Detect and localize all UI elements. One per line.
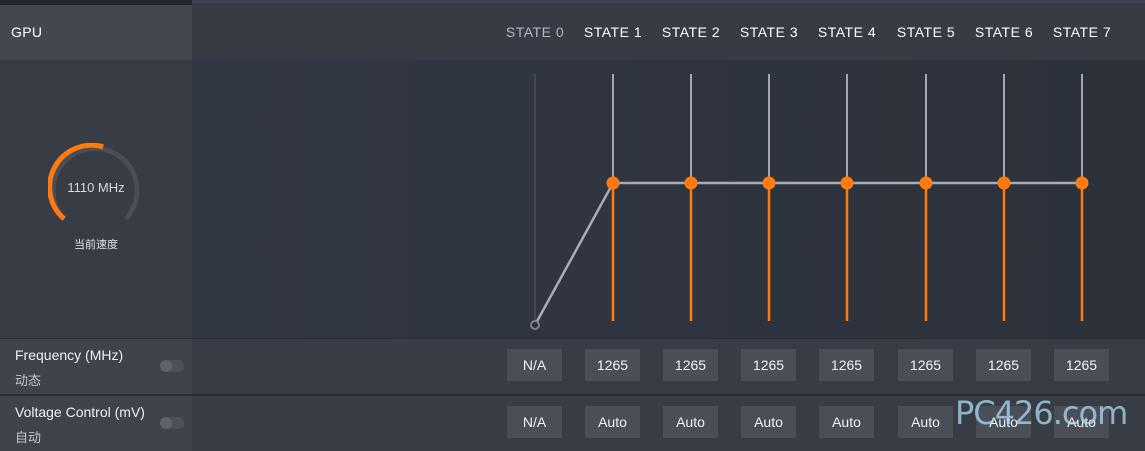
state-7-point[interactable] [1075,176,1089,190]
frequency-state-2-input[interactable]: 1265 [663,349,718,381]
state-curve-svg [192,60,1145,338]
state-6-point[interactable] [997,176,1011,190]
state-0-point [530,320,540,330]
state-3-point[interactable] [762,176,776,190]
frequency-toggle[interactable] [160,360,184,372]
state-label-4: STATE 4 [817,24,877,40]
state-curve-chart[interactable] [192,60,1145,338]
state-label-5: STATE 5 [896,24,956,40]
watermark: PC426.com [955,394,1128,432]
state-label-1: STATE 1 [583,24,643,40]
state-1-point[interactable] [606,176,620,190]
state-label-3: STATE 3 [739,24,799,40]
state-label-6: STATE 6 [974,24,1034,40]
voltage-state-5-input[interactable]: Auto [898,406,953,438]
frequency-row-header: Frequency (MHz) 动态 [0,339,192,394]
voltage-toggle[interactable] [160,417,184,429]
frequency-row: Frequency (MHz) 动态 N/A 1265 1265 1265 12… [0,339,1145,394]
voltage-mode: 自动 [15,430,42,445]
state-4-point[interactable] [840,176,854,190]
voltage-state-4-input[interactable]: Auto [819,406,874,438]
state-2-point[interactable] [684,176,698,190]
voltage-state-2-input[interactable]: Auto [663,406,718,438]
frequency-mode: 动态 [15,373,42,388]
gpu-title: GPU [11,24,43,40]
current-speed-label: 当前速度 [74,239,118,251]
state-label-2: STATE 2 [661,24,721,40]
frequency-state-6-input[interactable]: 1265 [976,349,1031,381]
frequency-state-1-input[interactable]: 1265 [585,349,640,381]
frequency-title: Frequency (MHz) [15,347,124,363]
voltage-state-3-input[interactable]: Auto [741,406,796,438]
frequency-state-7-input[interactable]: 1265 [1054,349,1109,381]
frequency-state-4-input[interactable]: 1265 [819,349,874,381]
voltage-toggle-knob [160,417,172,429]
frequency-toggle-knob [160,360,172,372]
state-5-point[interactable] [919,176,933,190]
voltage-title: Voltage Control (mV) [15,404,145,420]
frequency-state-0-input: N/A [507,349,562,381]
state-label-7: STATE 7 [1052,24,1112,40]
voltage-state-0-input: N/A [507,406,562,438]
state-label-0: STATE 0 [505,24,565,40]
voltage-state-1-input[interactable]: Auto [585,406,640,438]
frequency-state-5-input[interactable]: 1265 [898,349,953,381]
chart-bg [192,60,1145,338]
gpu-header: GPU [0,5,192,60]
frequency-state-3-input[interactable]: 1265 [741,349,796,381]
current-speed-value: 1110 MHz [67,180,125,195]
voltage-row-header: Voltage Control (mV) 自动 [0,396,192,451]
